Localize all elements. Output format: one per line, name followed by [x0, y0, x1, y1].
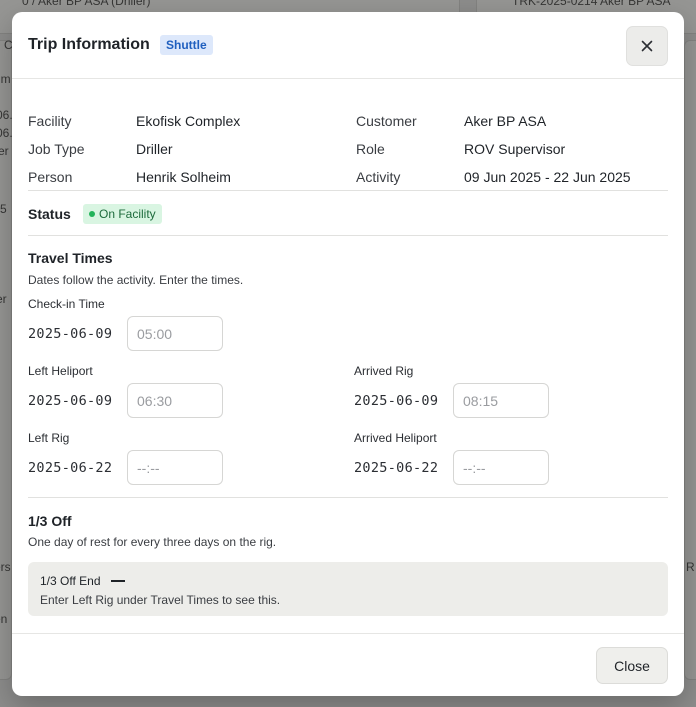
left-heliport-date: 2025-06-09: [28, 393, 113, 409]
arrived-rig-label: Arrived Rig: [354, 364, 414, 378]
arrived-heliport-label: Arrived Heliport: [354, 431, 437, 445]
person-value: Henrik Solheim: [136, 169, 231, 185]
third-off-end-panel: 1/3 Off End Enter Left Rig under Travel …: [28, 562, 668, 616]
facility-label: Facility: [28, 113, 72, 129]
travel-times-description: Dates follow the activity. Enter the tim…: [28, 273, 244, 287]
activity-value: 09 Jun 2025 - 22 Jun 2025: [464, 169, 631, 185]
arrived-rig-time-input[interactable]: [453, 383, 549, 418]
facility-value: Ekofisk Complex: [136, 113, 241, 129]
trip-information-dialog: Trip Information Shuttle Facility Ekofis…: [12, 12, 684, 696]
third-off-section: 1/3 Off One day of rest for every three …: [28, 498, 668, 632]
left-rig-date: 2025-06-22: [28, 460, 113, 476]
travel-times-section: Travel Times Dates follow the activity. …: [28, 236, 668, 498]
left-heliport-time-input[interactable]: [127, 383, 223, 418]
customer-value: Aker BP ASA: [464, 113, 547, 129]
arrived-heliport-time-input[interactable]: [453, 450, 549, 485]
third-off-description: One day of rest for every three days on …: [28, 535, 277, 549]
status-row: Status On Facility: [28, 191, 668, 236]
role-label: Role: [356, 141, 385, 157]
arrived-rig-date: 2025-06-09: [354, 393, 439, 409]
status-value: On Facility: [99, 207, 156, 221]
status-label: Status: [28, 206, 71, 222]
person-label: Person: [28, 169, 73, 185]
job-type-value: Driller: [136, 141, 173, 157]
shuttle-badge: Shuttle: [160, 35, 213, 55]
modal-header: Trip Information Shuttle: [12, 12, 684, 79]
trip-details: Facility Ekofisk Complex Job Type Drille…: [28, 79, 668, 191]
modal-title: Trip Information: [28, 36, 150, 53]
job-type-label: Job Type: [28, 141, 85, 157]
third-off-title: 1/3 Off: [28, 513, 72, 529]
customer-label: Customer: [356, 113, 417, 129]
left-rig-label: Left Rig: [28, 431, 70, 445]
activity-label: Activity: [356, 169, 401, 185]
checkin-date: 2025-06-09: [28, 326, 113, 342]
third-off-hint: Enter Left Rig under Travel Times to see…: [40, 593, 281, 607]
close-dialog-button[interactable]: [626, 26, 668, 66]
left-rig-time-input[interactable]: [127, 450, 223, 485]
checkin-time-label: Check-in Time: [28, 297, 105, 311]
modal-footer: Close: [12, 633, 684, 696]
left-heliport-label: Left Heliport: [28, 364, 93, 378]
empty-value-dash: [111, 580, 125, 582]
modal-body: Facility Ekofisk Complex Job Type Drille…: [28, 79, 668, 632]
checkin-time-input[interactable]: [127, 316, 223, 351]
third-off-end-label: 1/3 Off End: [40, 574, 101, 588]
status-dot-icon: [89, 211, 95, 217]
close-button[interactable]: Close: [596, 647, 668, 684]
close-icon: [641, 40, 653, 52]
status-badge: On Facility: [83, 204, 162, 224]
travel-times-title: Travel Times: [28, 250, 113, 266]
role-value: ROV Supervisor: [464, 141, 566, 157]
arrived-heliport-date: 2025-06-22: [354, 460, 439, 476]
